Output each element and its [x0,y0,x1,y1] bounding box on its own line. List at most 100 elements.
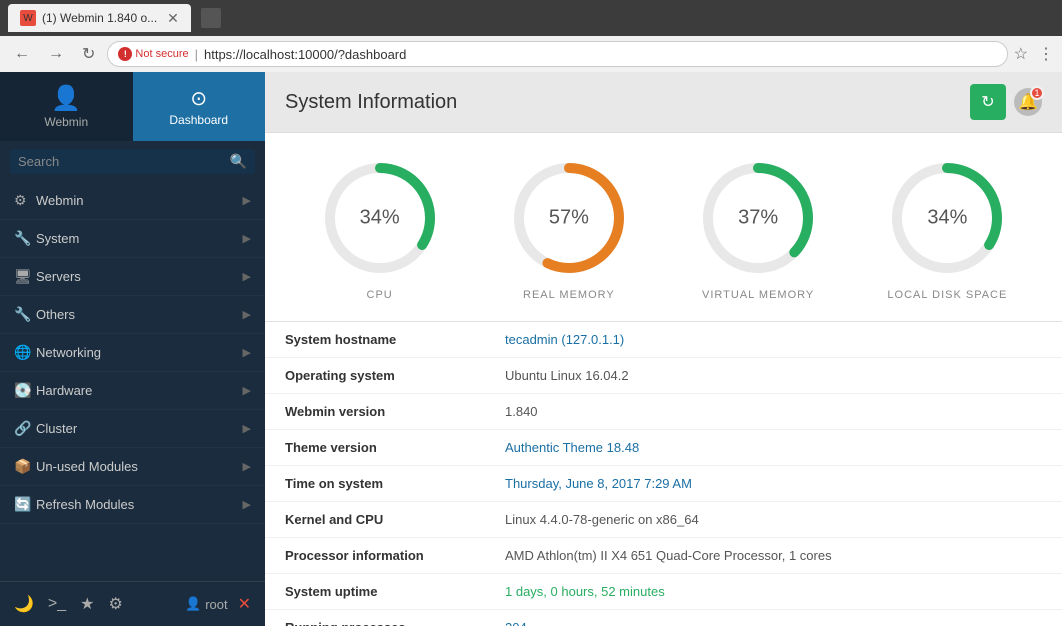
sidebar-item-system[interactable]: 🔧 System ▶ [0,220,265,258]
gauge-label-3: LOCAL DISK SPACE [887,289,1007,301]
not-secure-indicator: ! Not secure [118,47,188,61]
nav-label-0: Webmin [36,193,243,208]
nav-label-6: Cluster [36,421,243,436]
terminal-button[interactable]: >_ [44,591,70,617]
sidebar-search: 🔍 [0,141,265,182]
info-key-8: Running processes [285,620,505,626]
info-key-3: Theme version [285,440,505,455]
nav-arrow-6: ▶ [243,422,251,435]
browser-tab[interactable]: W (1) Webmin 1.840 o... ✕ [8,4,191,32]
bookmark-icon[interactable]: ☆ [1014,44,1028,64]
sidebar-item-cluster[interactable]: 🔗 Cluster ▶ [0,410,265,448]
gauge-value-1: 57% [549,207,589,230]
address-bar[interactable]: ! Not secure | https://localhost:10000/?… [107,41,1007,67]
info-val-3[interactable]: Authentic Theme 18.48 [505,440,1042,455]
nav-arrow-2: ▶ [243,270,251,283]
page-title: System Information [285,91,457,114]
sidebar-brand-label: Webmin [44,115,88,129]
not-secure-icon: ! [118,47,132,61]
sidebar-item-servers[interactable]: 🖥 Servers ▶ [0,258,265,296]
browser-toolbar: ← → ↻ ! Not secure | https://localhost:1… [0,36,1062,72]
webmin-icon: 👤 [51,84,81,113]
table-row: Webmin version 1.840 [265,394,1062,430]
info-key-0: System hostname [285,332,505,347]
nav-icon-3: 🔧 [14,306,36,323]
nav-arrow-7: ▶ [243,460,251,473]
search-input[interactable] [18,154,230,169]
favicon: W [20,10,36,26]
info-val-7[interactable]: 1 days, 0 hours, 52 minutes [505,584,1042,599]
nav-label-4: Networking [36,345,243,360]
gauge-cpu: 34% CPU [315,153,445,301]
table-row: Processor information AMD Athlon(tm) II … [265,538,1062,574]
back-button[interactable]: ← [8,43,36,65]
search-input-wrap[interactable]: 🔍 [10,149,255,174]
info-val-1: Ubuntu Linux 16.04.2 [505,368,1042,383]
gauge-container-1: 57% [504,153,634,283]
gauge-container-2: 37% [693,153,823,283]
gauge-value-0: 34% [360,207,400,230]
bell-container: 🔔 1 [1014,88,1042,116]
info-val-8[interactable]: 204 [505,620,1042,626]
browser-menu-icon[interactable]: ⋮ [1038,44,1054,64]
nav-label-7: Un-used Modules [36,459,243,474]
gauge-label-0: CPU [367,289,393,301]
user-indicator: 👤 root [185,596,228,612]
table-row: System hostname tecadmin (127.0.1.1) [265,322,1062,358]
info-key-7: System uptime [285,584,505,599]
info-val-0[interactable]: tecadmin (127.0.1.1) [505,332,1042,347]
sidebar-item-hardware[interactable]: 💽 Hardware ▶ [0,372,265,410]
address-text: https://localhost:10000/?dashboard [204,47,997,62]
info-val-2: 1.840 [505,404,1042,419]
browser-chrome: W (1) Webmin 1.840 o... ✕ [0,0,1062,36]
info-val-5: Linux 4.4.0-78-generic on x86_64 [505,512,1042,527]
table-row: Kernel and CPU Linux 4.4.0-78-generic on… [265,502,1062,538]
main-header: System Information ↻ 🔔 1 [265,72,1062,133]
app-layout: 👤 Webmin ⊙ Dashboard 🔍 ⚙ Webmin ▶🔧 Syste… [0,72,1062,626]
nav-label-5: Hardware [36,383,243,398]
bookmarks-button[interactable]: ★ [76,590,98,618]
gauges-section: 34% CPU 57% REAL MEMORY 37% VIRTUAL MEMO… [265,133,1062,322]
tab-title: (1) Webmin 1.840 o... [42,11,157,25]
sidebar-dashboard[interactable]: ⊙ Dashboard [133,72,266,141]
nav-arrow-1: ▶ [243,232,251,245]
refresh-button[interactable]: ↻ [970,84,1006,120]
theme-toggle-button[interactable]: 🌙 [10,590,38,618]
nav-icon-2: 🖥 [14,268,36,285]
table-row: Operating system Ubuntu Linux 16.04.2 [265,358,1062,394]
nav-icon-8: 🔄 [14,496,36,513]
sidebar-item-webmin[interactable]: ⚙ Webmin ▶ [0,182,265,220]
settings-button[interactable]: ⚙ [105,590,127,618]
nav-icon-1: 🔧 [14,230,36,247]
sidebar-item-refresh-modules[interactable]: 🔄 Refresh Modules ▶ [0,486,265,524]
search-icon[interactable]: 🔍 [230,153,247,170]
dashboard-icon: ⊙ [190,86,207,111]
sidebar-item-networking[interactable]: 🌐 Networking ▶ [0,334,265,372]
nav-icon-5: 💽 [14,382,36,399]
table-row: Theme version Authentic Theme 18.48 [265,430,1062,466]
main-content: System Information ↻ 🔔 1 34% CPU 57% REA [265,72,1062,626]
sidebar-header: 👤 Webmin ⊙ Dashboard [0,72,265,141]
sidebar-item-un-used-modules[interactable]: 📦 Un-used Modules ▶ [0,448,265,486]
info-key-1: Operating system [285,368,505,383]
reload-button[interactable]: ↻ [76,42,101,66]
gauge-label-2: VIRTUAL MEMORY [702,289,814,301]
nav-arrow-0: ▶ [243,194,251,207]
gauge-label-1: REAL MEMORY [523,289,615,301]
sidebar-item-others[interactable]: 🔧 Others ▶ [0,296,265,334]
gauge-value-3: 34% [927,207,967,230]
gauge-value-2: 37% [738,207,778,230]
gauge-local-disk-space: 34% LOCAL DISK SPACE [882,153,1012,301]
logout-button[interactable]: ✕ [234,590,255,618]
nav-icon-0: ⚙ [14,192,36,209]
sidebar-brand[interactable]: 👤 Webmin [0,72,133,141]
nav-arrow-5: ▶ [243,384,251,397]
tab-close-icon[interactable]: ✕ [167,10,179,27]
info-key-2: Webmin version [285,404,505,419]
info-val-4[interactable]: Thursday, June 8, 2017 7:29 AM [505,476,1042,491]
new-tab-area [201,8,221,28]
info-val-6: AMD Athlon(tm) II X4 651 Quad-Core Proce… [505,548,1042,563]
gauge-container-0: 34% [315,153,445,283]
info-key-6: Processor information [285,548,505,563]
forward-button[interactable]: → [42,43,70,65]
